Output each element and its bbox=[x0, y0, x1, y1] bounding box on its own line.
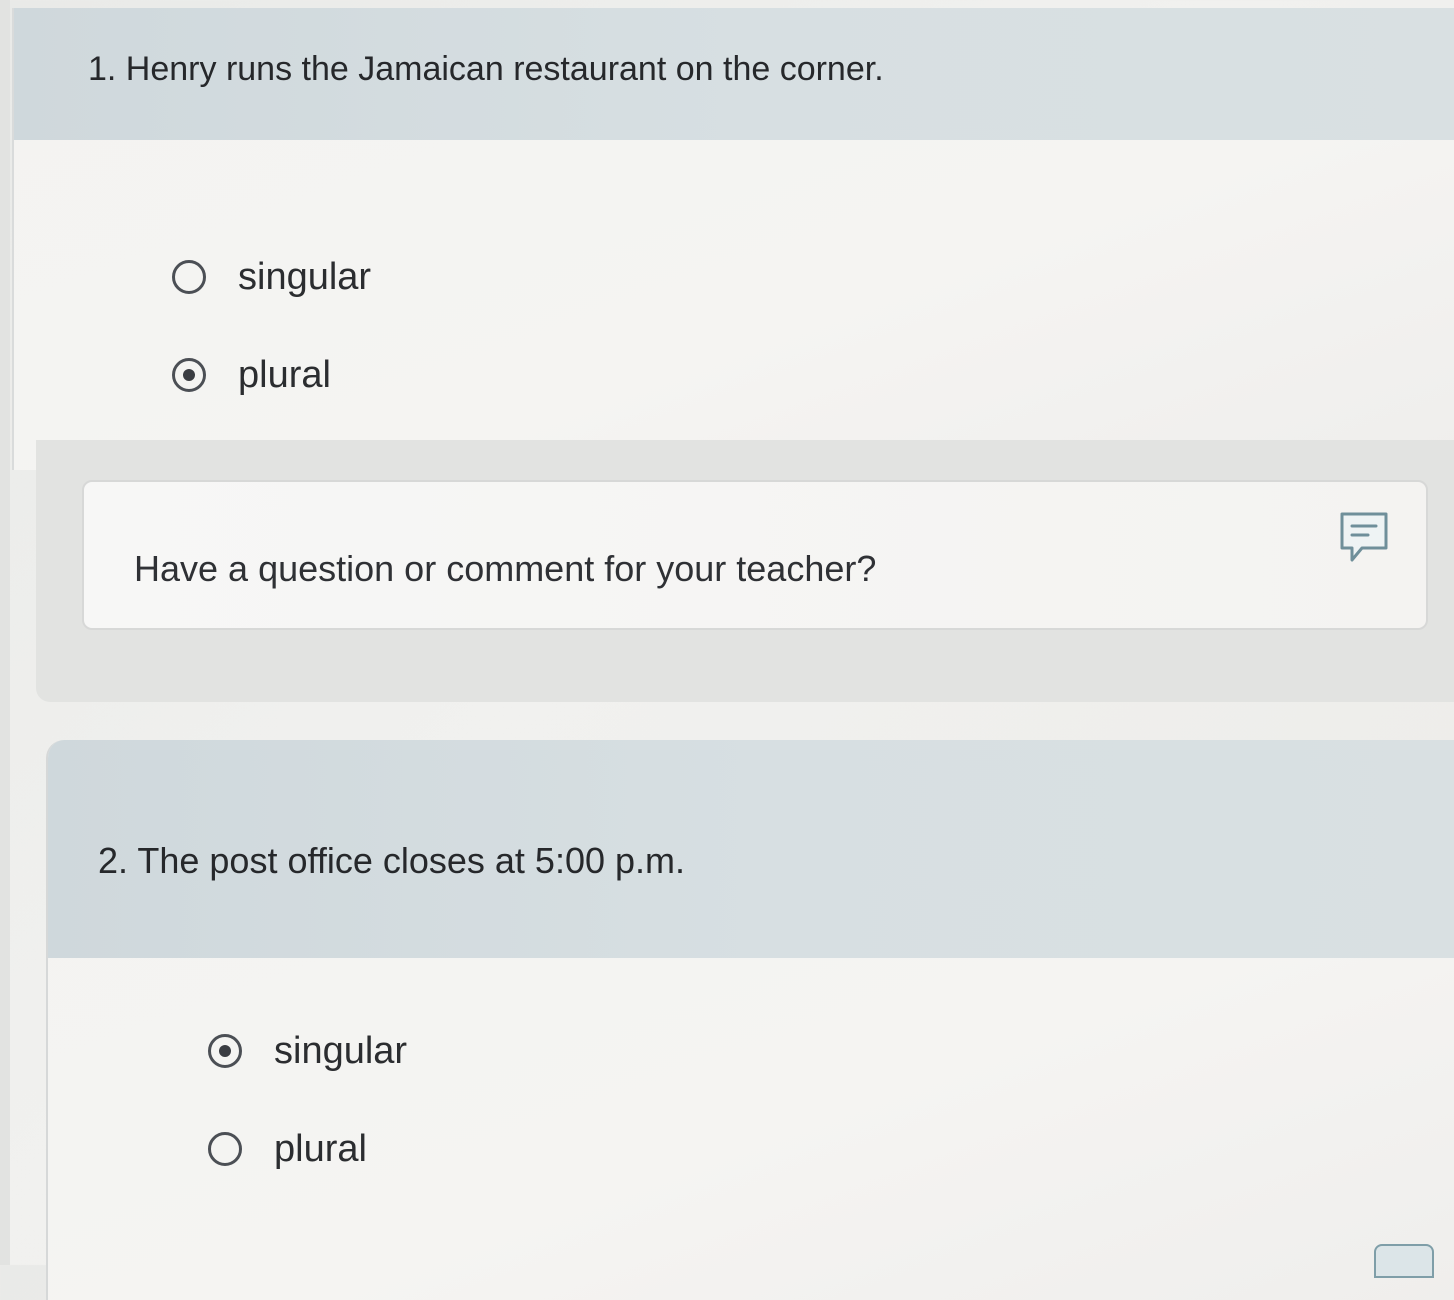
question-card-2: 2. The post office closes at 5:00 p.m. s… bbox=[46, 740, 1454, 1300]
comment-icon[interactable] bbox=[1338, 510, 1390, 566]
option-label[interactable]: plural bbox=[274, 1128, 367, 1171]
question-options-1: singular plural bbox=[14, 140, 1454, 424]
teacher-comment-prompt: Have a question or comment for your teac… bbox=[134, 548, 877, 589]
option-label[interactable]: singular bbox=[274, 1030, 407, 1073]
radio-button-selected[interactable] bbox=[172, 358, 206, 392]
option-label[interactable]: plural bbox=[238, 354, 331, 397]
option-plural[interactable]: plural bbox=[208, 1100, 1454, 1198]
radio-button-unselected[interactable] bbox=[208, 1132, 242, 1166]
page-edge bbox=[0, 0, 10, 1265]
radio-button-unselected[interactable] bbox=[172, 260, 206, 294]
comment-icon-partial[interactable] bbox=[1374, 1244, 1434, 1278]
question-prompt-2: 2. The post office closes at 5:00 p.m. bbox=[48, 740, 1454, 958]
question-options-2: singular plural bbox=[48, 958, 1454, 1198]
teacher-comment-button[interactable]: Have a question or comment for your teac… bbox=[82, 480, 1428, 630]
option-singular[interactable]: singular bbox=[208, 1002, 1454, 1100]
radio-button-selected[interactable] bbox=[208, 1034, 242, 1068]
option-plural[interactable]: plural bbox=[172, 326, 1454, 424]
option-label[interactable]: singular bbox=[238, 256, 371, 299]
teacher-comment-section: Have a question or comment for your teac… bbox=[36, 440, 1454, 702]
question-card-1: 1. Henry runs the Jamaican restaurant on… bbox=[12, 8, 1454, 470]
option-singular[interactable]: singular bbox=[172, 228, 1454, 326]
question-prompt-1: 1. Henry runs the Jamaican restaurant on… bbox=[14, 8, 1454, 140]
